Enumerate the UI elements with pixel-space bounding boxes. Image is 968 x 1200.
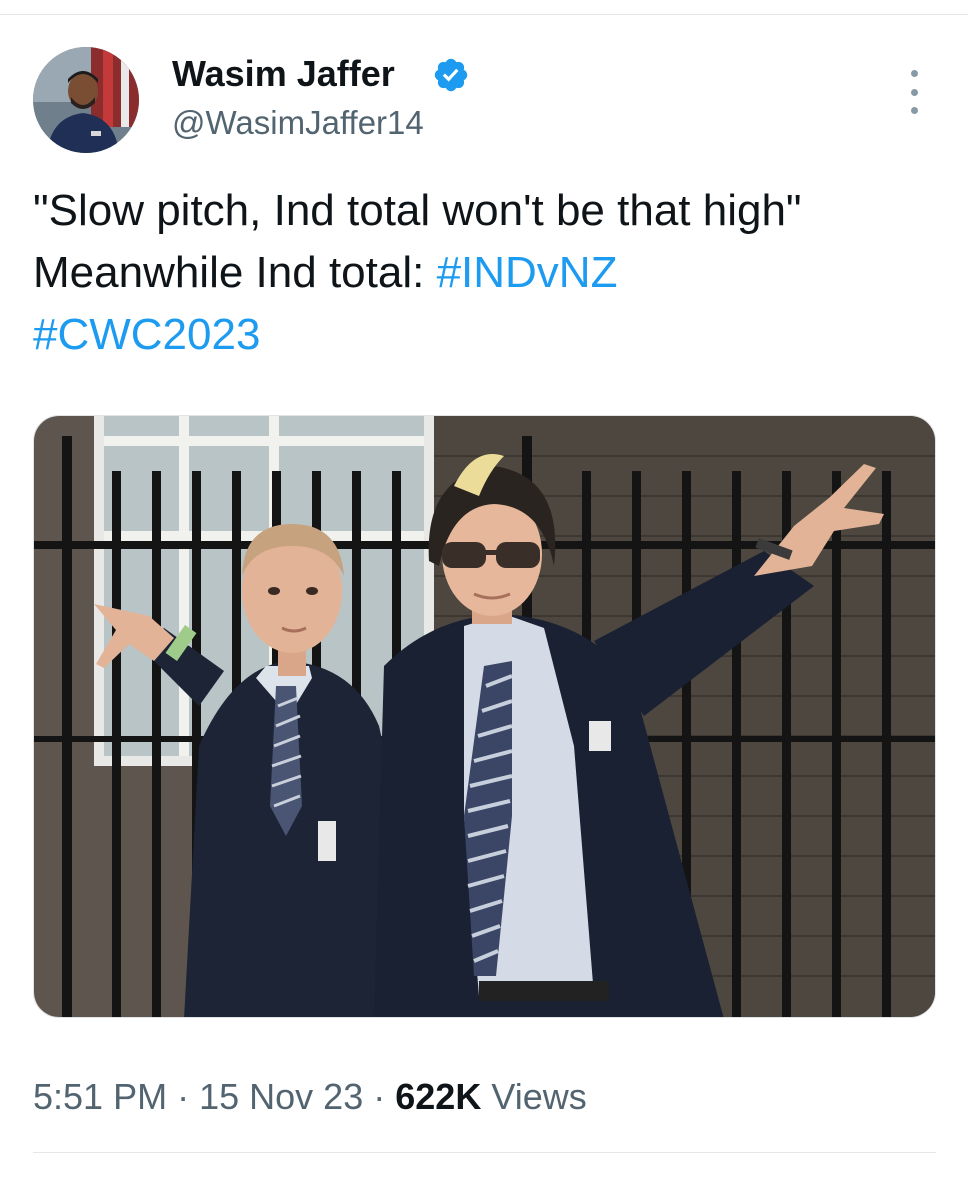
tweet-media-photo[interactable] [33,415,936,1018]
meta-separator: · [177,1076,190,1117]
tweet-meta: 5:51 PM · 15 Nov 23 · 622K Views [33,1074,587,1120]
views-count: 622K [395,1076,482,1117]
more-dot [910,88,918,96]
verified-badge-icon [434,58,468,92]
author-handle[interactable]: @WasimJaffer14 [172,102,424,144]
tweet-line-3: #CWC2023 [33,304,943,366]
tweet-text: "Slow pitch, Ind total won't be that hig… [33,180,943,366]
hashtag-cwc2023[interactable]: #CWC2023 [33,310,260,359]
display-name[interactable]: Wasim Jaffer [172,52,395,96]
tweet-time[interactable]: 5:51 PM [33,1076,167,1117]
views-label: Views [491,1076,587,1117]
avatar[interactable] [33,47,139,153]
tweet-line-2-text: Meanwhile Ind total: [33,248,437,297]
tweet-line-2: Meanwhile Ind total: #INDvNZ [33,242,943,304]
tweet-line-1: "Slow pitch, Ind total won't be that hig… [33,186,802,235]
more-dot [910,70,918,77]
photo-two-cricketers-icon [34,416,935,1017]
more-dot [910,107,918,114]
bottom-divider [33,1152,936,1153]
hashtag-indvnz[interactable]: #INDvNZ [437,248,618,297]
top-divider [0,14,968,15]
tweet-date[interactable]: 15 Nov 23 [199,1076,363,1117]
meta-separator: · [373,1076,386,1117]
avatar-photo-icon [33,47,139,153]
more-options-icon[interactable] [900,70,928,114]
